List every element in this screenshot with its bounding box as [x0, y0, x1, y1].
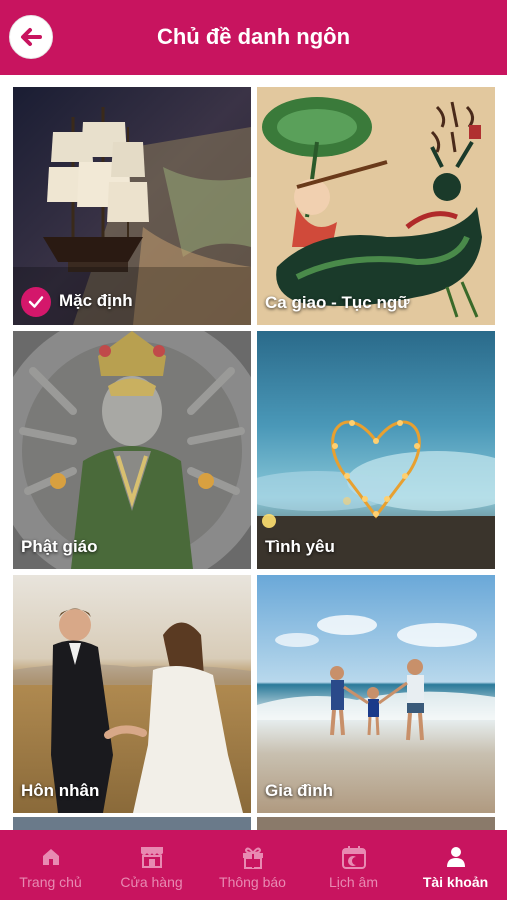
heart-lights-image	[257, 331, 495, 569]
topic-label: Mặc định	[59, 291, 133, 310]
topic-tile-folk-proverbs[interactable]: Ca giao - Tục ngữ	[257, 87, 495, 325]
calendar-moon-icon	[341, 846, 366, 869]
tab-account[interactable]: Tài khoản	[404, 830, 507, 900]
tab-label: Trang chủ	[19, 874, 82, 890]
topic-tile-family[interactable]: Gia đình	[257, 575, 495, 813]
ship-map-image	[13, 87, 251, 325]
tab-home[interactable]: Trang chủ	[0, 830, 101, 900]
topic-label: Hôn nhân	[21, 781, 100, 800]
topic-grid: Mặc định Ca giao - Tục ngữ Phật giáo Tìn…	[0, 75, 507, 830]
store-icon	[140, 847, 163, 868]
topic-label: Tình yêu	[265, 537, 335, 556]
tab-lunar-calendar[interactable]: Lịch âm	[303, 830, 404, 900]
topic-tile-love[interactable]: Tình yêu	[257, 331, 495, 569]
home-icon	[42, 849, 59, 865]
tab-label: Thông báo	[219, 874, 286, 890]
app-header: Chủ đề danh ngôn	[0, 0, 507, 75]
page-title: Chủ đề danh ngôn	[156, 24, 351, 49]
folk-painting-image	[257, 87, 495, 325]
person-icon	[446, 847, 465, 867]
topic-label: Gia đình	[265, 781, 333, 800]
buddha-statue-image	[13, 331, 251, 569]
topic-tile-marriage[interactable]: Hôn nhân	[13, 575, 251, 813]
topic-label: Ca giao - Tục ngữ	[265, 293, 410, 312]
family-beach-image	[257, 575, 495, 813]
gift-icon	[242, 847, 263, 869]
tab-notifications[interactable]: Thông báo	[202, 830, 303, 900]
wedding-couple-image	[13, 575, 251, 813]
topic-label: Phật giáo	[21, 537, 98, 556]
topic-tile-buddhism[interactable]: Phật giáo	[13, 331, 251, 569]
tab-label: Cửa hàng	[120, 874, 183, 890]
bottom-tab-bar: Trang chủ Cửa hàng Thông báo Lịch âm Tài…	[0, 830, 507, 900]
tab-label: Lịch âm	[328, 874, 379, 890]
tab-store[interactable]: Cửa hàng	[101, 830, 202, 900]
tab-label: Tài khoản	[422, 874, 489, 890]
selected-check-icon	[21, 287, 51, 317]
topic-tile-default[interactable]: Mặc định	[13, 87, 251, 325]
topic-tile-partial	[257, 817, 495, 830]
topic-tile-partial	[13, 817, 251, 830]
